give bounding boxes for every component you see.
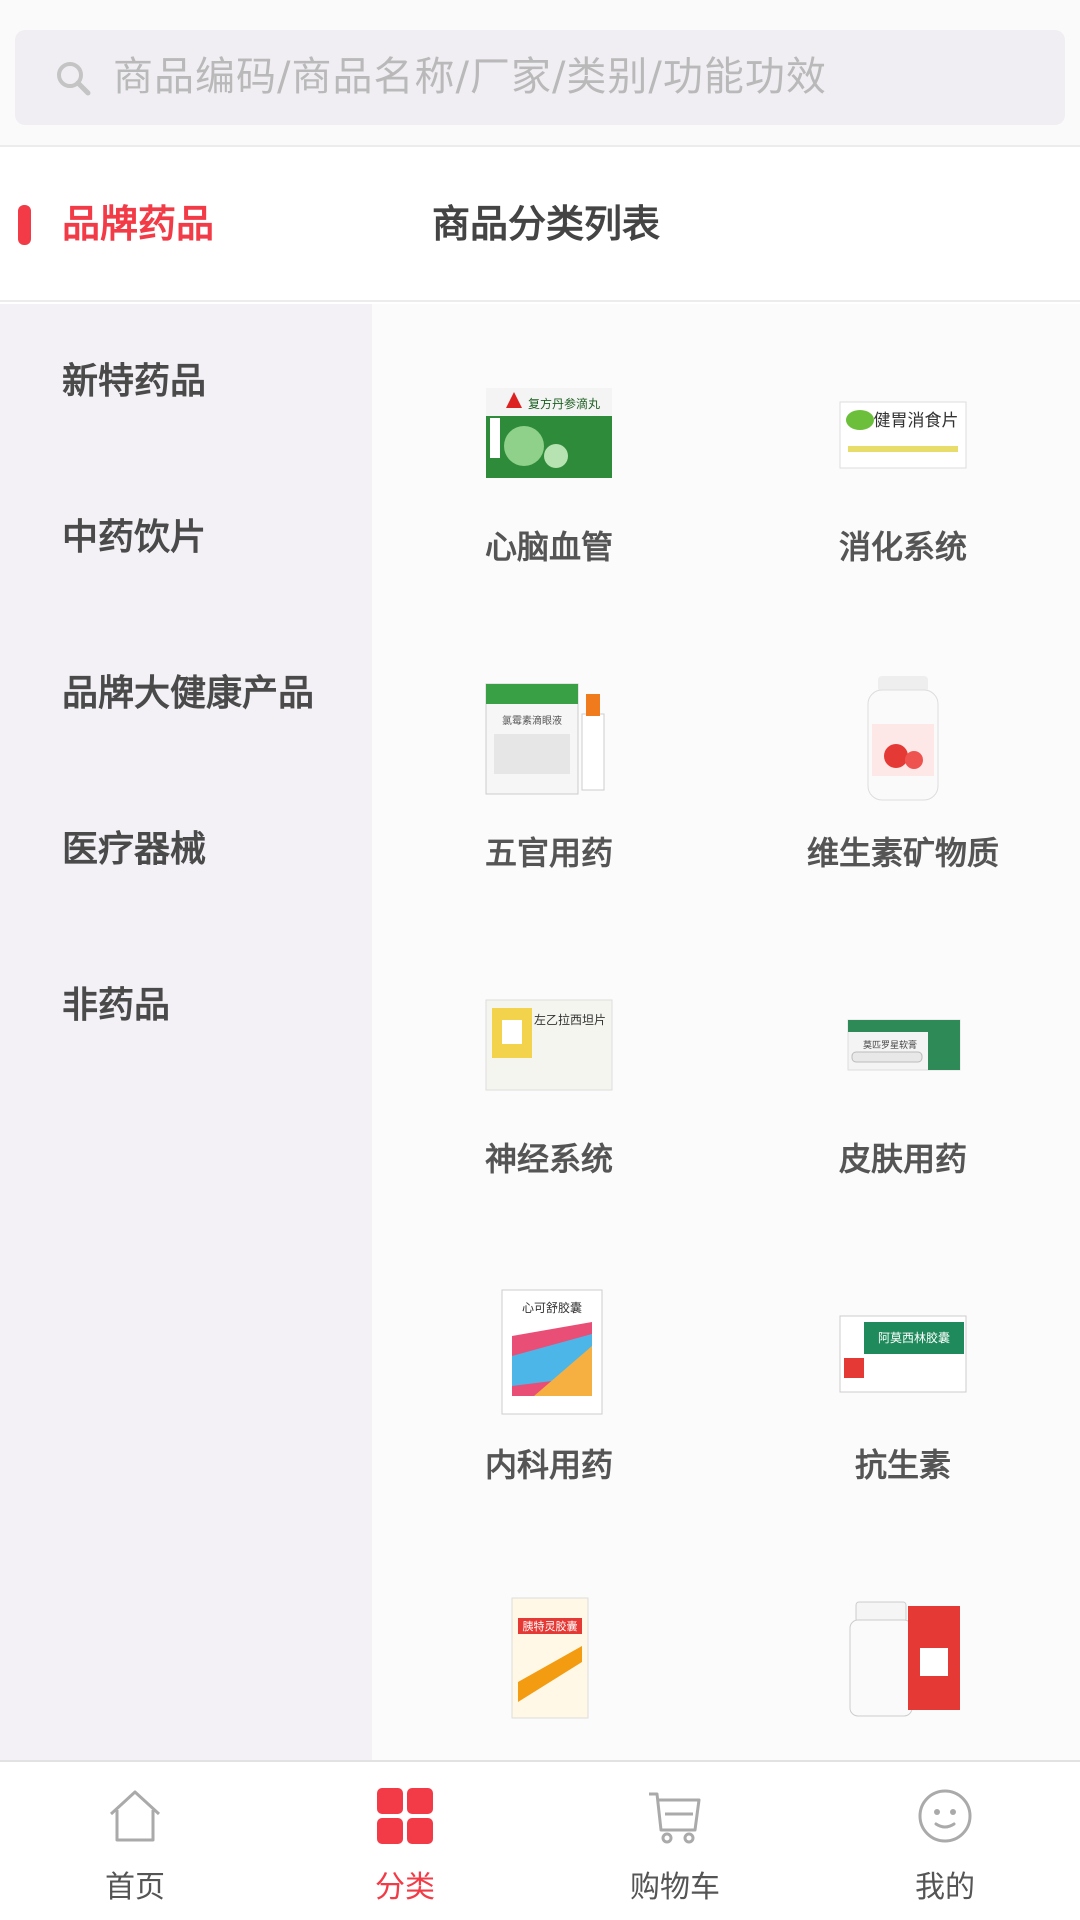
home-icon	[109, 1790, 161, 1842]
category-card-nervous-system[interactable]: 左乙拉西坦片 神经系统	[372, 916, 726, 1222]
category-card[interactable]: 胰特灵胶囊	[372, 1528, 726, 1760]
category-card-antibiotics[interactable]: 阿莫西林胶囊 抗生素	[726, 1222, 1080, 1528]
grid-icon	[377, 1788, 433, 1844]
search-input[interactable]: 商品编码/商品名称/厂家/类别/功能功效	[113, 30, 827, 125]
tab-cart[interactable]: 购物车	[540, 1762, 810, 1920]
category-grid: 复方丹参滴丸 心脑血管 健胃消食片 消化系统 氯霉素滴眼液 五官用药 维生素矿物…	[372, 304, 1080, 1760]
product-thumbnail: 心可舒胶囊	[501, 1289, 603, 1415]
category-label: 内科用药	[484, 1446, 613, 1484]
thumb-text: 心可舒胶囊	[522, 1300, 582, 1315]
cart-icon	[649, 1792, 701, 1844]
category-card-ent[interactable]: 氯霉素滴眼液 五官用药	[372, 610, 726, 916]
category-card-vitamins[interactable]: 维生素矿物质	[726, 610, 1080, 916]
category-card-dermatology[interactable]: 莫匹罗星软膏 皮肤用药	[726, 916, 1080, 1222]
category-card-internal-medicine[interactable]: 心可舒胶囊 内科用药	[372, 1222, 726, 1528]
tab-label: 我的	[915, 1870, 975, 1905]
tab-label: 首页	[105, 1870, 165, 1905]
product-thumbnail	[867, 676, 939, 801]
category-label: 心脑血管	[484, 528, 613, 566]
thumb-text: 左乙拉西坦片	[534, 1012, 606, 1027]
tab-profile[interactable]: 我的	[810, 1762, 1080, 1920]
thumb-text: 复方丹参滴丸	[528, 396, 600, 411]
sidebar-item-new-drugs[interactable]: 新特药品	[62, 352, 206, 412]
category-header: 品牌药品 商品分类列表	[0, 147, 1080, 302]
search-area: 商品编码/商品名称/厂家/类别/功能功效	[0, 0, 1080, 147]
product-thumbnail: 胰特灵胶囊	[511, 1597, 589, 1719]
thumb-text: 氯霉素滴眼液	[502, 714, 562, 727]
category-card-cardiovascular[interactable]: 复方丹参滴丸 心脑血管	[372, 304, 726, 610]
page-title: 商品分类列表	[432, 202, 661, 246]
category-label: 维生素矿物质	[806, 834, 999, 872]
product-thumbnail: 复方丹参滴丸	[486, 388, 612, 478]
thumb-text: 健胃消食片	[874, 411, 959, 431]
category-label: 皮肤用药	[838, 1140, 967, 1178]
sidebar-item-brand-drugs[interactable]: 品牌药品	[62, 147, 214, 302]
sidebar: 新特药品 中药饮片 品牌大健康产品 医疗器械 非药品	[0, 304, 372, 1760]
category-label: 抗生素	[854, 1446, 951, 1484]
category-label: 神经系统	[484, 1140, 613, 1178]
tab-home[interactable]: 首页	[0, 1762, 270, 1920]
search-icon	[57, 62, 91, 96]
product-thumbnail: 阿莫西林胶囊	[839, 1315, 967, 1393]
tab-label: 分类	[375, 1870, 435, 1905]
category-label: 消化系统	[838, 528, 967, 566]
thumb-text: 阿莫西林胶囊	[878, 1330, 950, 1345]
tab-label: 购物车	[630, 1870, 720, 1905]
profile-icon	[918, 1789, 972, 1843]
sidebar-item-medical-devices[interactable]: 医疗器械	[62, 820, 206, 880]
category-card-digestive[interactable]: 健胃消食片 消化系统	[726, 304, 1080, 610]
category-card[interactable]	[726, 1528, 1080, 1760]
product-thumbnail: 氯霉素滴眼液	[485, 683, 605, 795]
sidebar-item-health-products[interactable]: 品牌大健康产品	[62, 664, 314, 724]
product-thumbnail	[849, 1601, 960, 1717]
active-indicator	[18, 205, 31, 245]
thumb-text: 胰特灵胶囊	[523, 1619, 578, 1633]
sidebar-item-non-drugs[interactable]: 非药品	[62, 976, 170, 1036]
sidebar-item-tcm-slices[interactable]: 中药饮片	[62, 508, 206, 568]
bottom-tab-bar: 首页 分类 购物车 我的	[0, 1760, 1080, 1920]
tab-category[interactable]: 分类	[270, 1762, 540, 1920]
product-thumbnail: 莫匹罗星软膏	[847, 1019, 961, 1071]
search-box[interactable]: 商品编码/商品名称/厂家/类别/功能功效	[15, 30, 1065, 125]
category-label: 五官用药	[484, 834, 613, 872]
product-thumbnail: 健胃消食片	[839, 401, 967, 469]
thumb-text: 莫匹罗星软膏	[863, 1039, 917, 1051]
product-thumbnail: 左乙拉西坦片	[485, 999, 613, 1091]
